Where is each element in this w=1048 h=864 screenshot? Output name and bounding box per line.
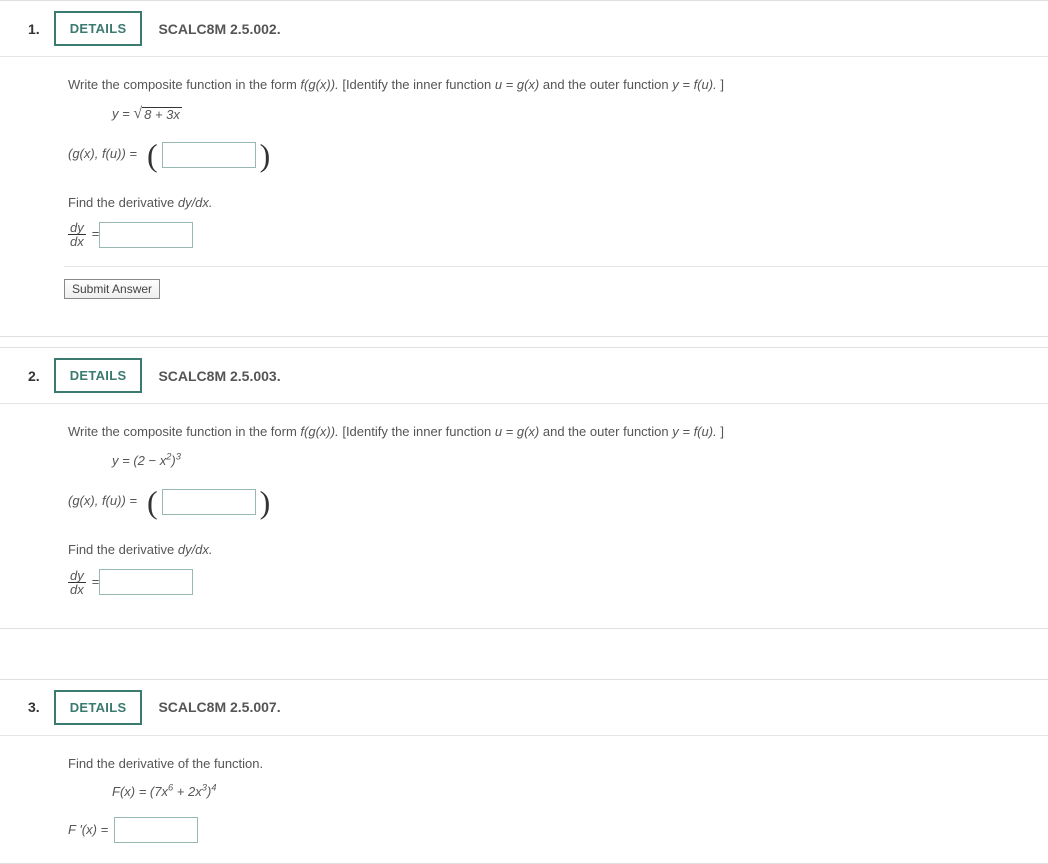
text: (7x (150, 784, 168, 799)
details-button[interactable]: DETAILS (54, 11, 143, 46)
sup: 3 (176, 452, 181, 462)
details-button[interactable]: DETAILS (54, 358, 143, 393)
text: f(g(x)). (300, 424, 338, 439)
ans-lhs: F '(x) = (68, 820, 108, 841)
equation: y = √ 8 + 3x (112, 104, 1048, 125)
text: y = f(u). (672, 77, 716, 92)
derivative-input[interactable] (99, 222, 193, 248)
sup: 4 (211, 783, 216, 793)
open-paren-icon: ( (143, 486, 162, 518)
text: Find the derivative (68, 195, 178, 210)
pair-lhs: (g(x), f(u)) = (68, 144, 137, 165)
question-1: 1. DETAILS SCALC8M 2.5.002. Write the co… (0, 0, 1048, 337)
question-ref: SCALC8M 2.5.003. (158, 368, 280, 384)
text: dy/dx. (178, 195, 213, 210)
question-ref: SCALC8M 2.5.002. (158, 21, 280, 37)
pair-input[interactable] (162, 142, 256, 168)
question-ref: SCALC8M 2.5.007. (158, 699, 280, 715)
text: Write the composite function in the form (68, 424, 300, 439)
derivative-prompt: Find the derivative of the function. (68, 754, 1048, 775)
equation: y = (2 − x2)3 (112, 451, 1048, 472)
equals: = (92, 224, 100, 245)
text: ] (720, 424, 724, 439)
text: ] (720, 77, 724, 92)
answer-input[interactable] (114, 817, 198, 843)
question-body: Write the composite function in the form… (0, 57, 1048, 336)
composite-prompt: Write the composite function in the form… (68, 75, 1048, 96)
text: y = (112, 453, 133, 468)
text: and the outer function (543, 424, 672, 439)
text: y = (112, 106, 133, 121)
close-paren-icon: ) (256, 486, 275, 518)
question-header: 2. DETAILS SCALC8M 2.5.003. (0, 348, 1048, 404)
question-header: 3. DETAILS SCALC8M 2.5.007. (0, 680, 1048, 736)
radicand: 8 + 3x (142, 107, 182, 122)
open-paren-icon: ( (143, 139, 162, 171)
pair-row: (g(x), f(u)) = ( ) (68, 139, 1048, 171)
text: dy/dx. (178, 542, 213, 557)
fraction-icon: dy dx (68, 569, 86, 596)
text: [Identify the inner function (342, 424, 494, 439)
text: dx (68, 583, 86, 596)
text: f(g(x)). (300, 77, 338, 92)
question-2: 2. DETAILS SCALC8M 2.5.003. Write the co… (0, 347, 1048, 628)
close-paren-icon: ) (256, 139, 275, 171)
submit-button[interactable]: Submit Answer (64, 279, 160, 299)
text: + 2x (173, 784, 202, 799)
details-button[interactable]: DETAILS (54, 690, 143, 725)
question-number: 2. (28, 368, 40, 384)
text: [Identify the inner function (342, 77, 494, 92)
question-number: 1. (28, 21, 40, 37)
derivative-row: dy dx = (68, 569, 1048, 596)
derivative-input[interactable] (99, 569, 193, 595)
pair-input[interactable] (162, 489, 256, 515)
question-body: Find the derivative of the function. F(x… (0, 736, 1048, 864)
text: dx (68, 235, 86, 248)
text: (2 − x (133, 453, 166, 468)
text: F(x) = (112, 784, 150, 799)
question-number: 3. (28, 699, 40, 715)
equals: = (92, 572, 100, 593)
answer-row: F '(x) = (68, 817, 1048, 843)
text: and the outer function (543, 77, 672, 92)
text: u = g(x) (495, 77, 539, 92)
text: dy (68, 221, 86, 235)
pair-row: (g(x), f(u)) = ( ) (68, 486, 1048, 518)
text: dy (68, 569, 86, 583)
text: u = g(x) (495, 424, 539, 439)
question-body: Write the composite function in the form… (0, 404, 1048, 627)
submit-bar: Submit Answer (64, 266, 1048, 314)
fraction-icon: dy dx (68, 221, 86, 248)
question-3: 3. DETAILS SCALC8M 2.5.007. Find the der… (0, 679, 1048, 864)
derivative-prompt: Find the derivative dy/dx. (68, 540, 1048, 561)
derivative-prompt: Find the derivative dy/dx. (68, 193, 1048, 214)
text: Find the derivative (68, 542, 178, 557)
composite-prompt: Write the composite function in the form… (68, 422, 1048, 443)
question-header: 1. DETAILS SCALC8M 2.5.002. (0, 1, 1048, 57)
derivative-row: dy dx = (68, 221, 1048, 248)
text: y = f(u). (672, 424, 716, 439)
equation: F(x) = (7x6 + 2x3)4 (112, 782, 1048, 803)
pair-lhs: (g(x), f(u)) = (68, 491, 137, 512)
text: Write the composite function in the form (68, 77, 300, 92)
sqrt-icon: √ 8 + 3x (133, 107, 182, 122)
